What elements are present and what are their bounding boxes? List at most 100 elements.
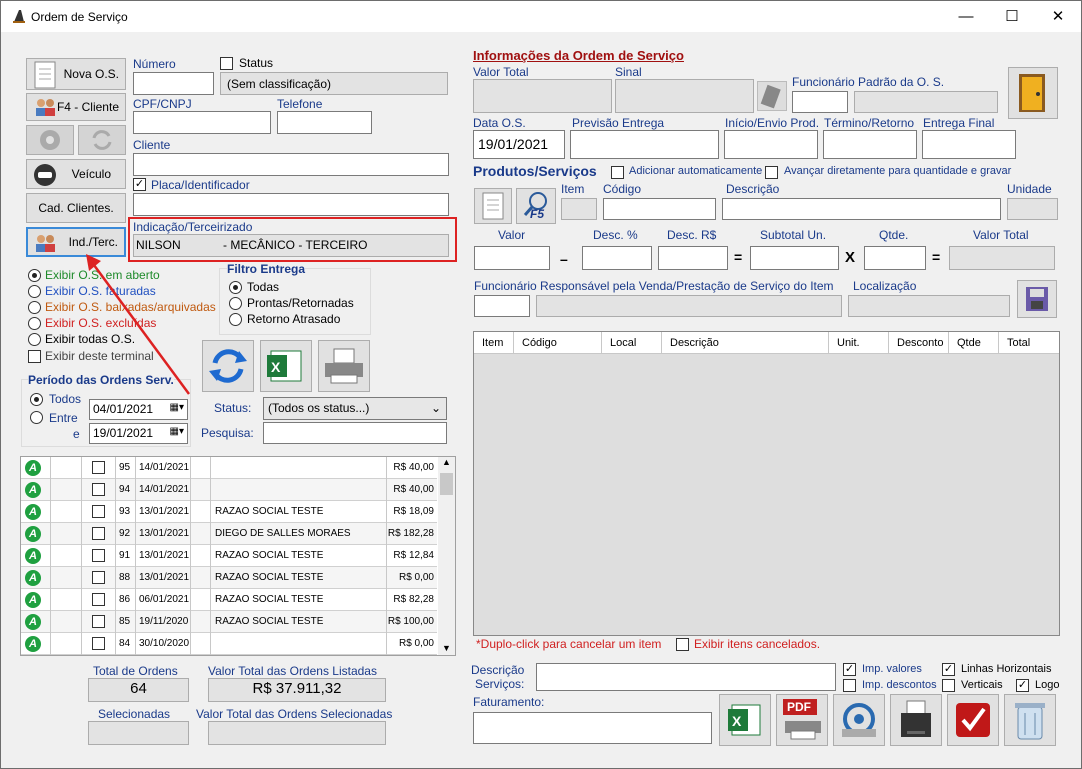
filtro-excluidas-radio[interactable]: [28, 317, 41, 330]
minimize-button[interactable]: —: [943, 1, 989, 32]
orders-scrollbar[interactable]: ▲ ▼: [438, 457, 455, 655]
row-checkbox[interactable]: [92, 461, 105, 474]
descricao-input[interactable]: [722, 198, 1001, 220]
periodo-entre-radio[interactable]: [30, 411, 43, 424]
table-row[interactable]: A 92 13/01/2021 DIEGO DE SALLES MORAES R$ 18…: [21, 523, 437, 545]
row-checkbox[interactable]: [92, 571, 105, 584]
table-row[interactable]: A 85 19/11/2020 RAZAO SOCIAL TESTE R$ 100,00: [21, 611, 437, 633]
descricao-servicos-input[interactable]: [536, 663, 836, 691]
filtro-baixadas-radio[interactable]: [28, 301, 41, 314]
imp-descontos-checkbox[interactable]: [843, 679, 856, 692]
col-descricao[interactable]: Descrição: [662, 332, 829, 354]
refresh-small-button[interactable]: [78, 125, 126, 155]
cliente-button[interactable]: F4 - Cliente: [26, 93, 126, 121]
search-product-button[interactable]: F5: [516, 188, 556, 224]
sinal-button[interactable]: [757, 81, 787, 111]
entrega-prontas-radio[interactable]: [229, 297, 242, 310]
termino-input[interactable]: [823, 130, 917, 159]
table-row[interactable]: A 95 14/01/2021 R$ 40,00: [21, 457, 437, 479]
subtotal-input[interactable]: [750, 246, 839, 270]
scroll-up-icon[interactable]: ▲: [442, 457, 451, 467]
row-checkbox[interactable]: [92, 615, 105, 628]
col-local[interactable]: Local: [602, 332, 662, 354]
filtro-aberto-radio[interactable]: [28, 269, 41, 282]
row-checkbox[interactable]: [92, 593, 105, 606]
col-codigo[interactable]: Código: [514, 332, 602, 354]
table-row[interactable]: A 93 13/01/2021 RAZAO SOCIAL TESTE R$ 18,09: [21, 501, 437, 523]
numero-input[interactable]: [133, 72, 214, 95]
col-qtde[interactable]: Qtde: [949, 332, 999, 354]
filtro-todas-radio[interactable]: [28, 333, 41, 346]
exibir-cancelados-checkbox[interactable]: [676, 638, 689, 651]
row-checkbox[interactable]: [92, 527, 105, 540]
row-checkbox[interactable]: [92, 549, 105, 562]
desc-rs-input[interactable]: [658, 246, 728, 270]
table-row[interactable]: A 94 14/01/2021 R$ 40,00: [21, 479, 437, 501]
faturamento-input[interactable]: [473, 712, 712, 744]
cad-clientes-button[interactable]: Cad. Clientes.: [26, 193, 126, 223]
status-filter-select[interactable]: (Todos os status...) ⌄: [263, 397, 447, 420]
table-row[interactable]: A 84 30/10/2020 R$ 0,00: [21, 633, 437, 655]
row-checkbox[interactable]: [92, 505, 105, 518]
imp-valores-checkbox[interactable]: ✓: [843, 663, 856, 676]
terminal-checkbox[interactable]: [28, 350, 41, 363]
func-resp-code-input[interactable]: [474, 295, 530, 317]
close-button[interactable]: ✕: [1035, 1, 1081, 32]
export-pdf-button[interactable]: PDF: [776, 694, 828, 746]
table-row[interactable]: A 88 13/01/2021 RAZAO SOCIAL TESTE R$ 0,00: [21, 567, 437, 589]
previsao-input[interactable]: [570, 130, 719, 159]
periodo-todos-radio[interactable]: [30, 393, 43, 406]
confirm-button[interactable]: [947, 694, 999, 746]
filtro-faturadas-radio[interactable]: [28, 285, 41, 298]
telefone-input[interactable]: [277, 111, 372, 134]
func-padrao-code-input[interactable]: [792, 91, 848, 113]
data-os-input[interactable]: 19/01/2021: [473, 130, 565, 159]
valor-total-os-label: Valor Total: [473, 65, 529, 79]
email-button[interactable]: [833, 694, 885, 746]
placa-checkbox[interactable]: ✓: [133, 178, 146, 191]
col-desconto[interactable]: Desconto: [889, 332, 949, 354]
valor-input[interactable]: [474, 246, 550, 270]
exit-button[interactable]: [1008, 67, 1058, 119]
export-excel-button[interactable]: X: [719, 694, 771, 746]
scroll-thumb[interactable]: [440, 473, 453, 495]
row-checkbox[interactable]: [92, 483, 105, 496]
col-total[interactable]: Total: [999, 332, 1059, 354]
avancar-checkbox[interactable]: [765, 166, 778, 179]
entrega-todas-radio[interactable]: [229, 281, 242, 294]
qtde-input[interactable]: [864, 246, 926, 270]
status-checkbox[interactable]: [220, 57, 233, 70]
verticais-checkbox[interactable]: [942, 679, 955, 692]
new-item-button[interactable]: [474, 188, 512, 224]
row-checkbox[interactable]: [92, 637, 105, 650]
table-row[interactable]: A 91 13/01/2021 RAZAO SOCIAL TESTE R$ 12,84: [21, 545, 437, 567]
scroll-down-icon[interactable]: ▼: [442, 643, 451, 653]
date-to-picker[interactable]: 19/01/2021 ▦▾: [89, 423, 188, 444]
linhas-h-checkbox[interactable]: ✓: [942, 663, 955, 676]
pesquisa-input[interactable]: [263, 422, 447, 444]
nova-os-button[interactable]: Nova O.S.: [26, 58, 126, 90]
desc-pct-input[interactable]: [582, 246, 652, 270]
delete-button[interactable]: [1004, 694, 1056, 746]
refresh-button[interactable]: [202, 340, 254, 392]
maximize-button[interactable]: ☐: [989, 1, 1035, 32]
cliente-input[interactable]: [133, 153, 449, 176]
cpf-input[interactable]: [133, 111, 271, 134]
add-auto-checkbox[interactable]: [611, 166, 624, 179]
table-row[interactable]: A 86 06/01/2021 RAZAO SOCIAL TESTE R$ 82,28: [21, 589, 437, 611]
date-from-picker[interactable]: 04/01/2021 ▦▾: [89, 399, 188, 420]
veiculo-button[interactable]: Veículo: [26, 159, 126, 189]
codigo-input[interactable]: [603, 198, 716, 220]
print-receipt-button[interactable]: [890, 694, 942, 746]
logo-checkbox[interactable]: ✓: [1016, 679, 1029, 692]
col-item[interactable]: Item: [474, 332, 514, 354]
inicio-input[interactable]: [724, 130, 818, 159]
switch-button[interactable]: [26, 125, 74, 155]
print-list-button[interactable]: [318, 340, 370, 392]
excel-export-button[interactable]: X: [260, 340, 312, 392]
entrega-final-input[interactable]: [922, 130, 1016, 159]
save-item-button[interactable]: [1017, 280, 1057, 318]
col-unit[interactable]: Unit.: [829, 332, 889, 354]
placa-input[interactable]: [133, 193, 449, 216]
entrega-retorno-radio[interactable]: [229, 313, 242, 326]
